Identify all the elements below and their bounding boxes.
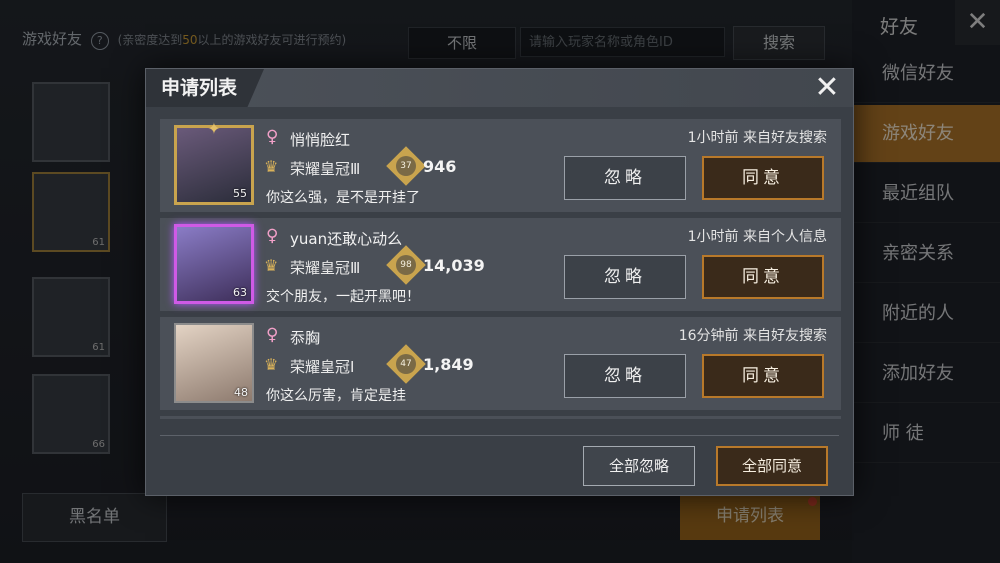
- request-meta: 1小时前 来自个人信息: [687, 229, 827, 245]
- apply-list-label: 申请列表: [716, 506, 784, 526]
- player-level: 55: [233, 187, 247, 200]
- crown-icon: ✦: [207, 119, 221, 138]
- rank-points: 14,039: [423, 256, 485, 275]
- female-icon: ♀: [266, 127, 279, 147]
- star-badge-icon: 47: [386, 344, 426, 384]
- avatar[interactable]: 63: [174, 224, 254, 304]
- rank-points: 946: [423, 157, 457, 176]
- star-badge-icon: 37: [386, 146, 426, 186]
- ignore-button[interactable]: 忽略: [564, 255, 686, 299]
- help-icon[interactable]: ?: [90, 32, 109, 50]
- female-icon: ♀: [266, 226, 279, 246]
- request-list-dialog: 申请列表 ✕ ✦ 55 ♀ 悄悄脸红 ♛ 荣耀皇冠Ⅲ 37 946 你这么强，是…: [145, 68, 854, 496]
- player-name: 忝胸: [290, 329, 321, 347]
- request-item: 48 ♀ 忝胸 ♛ 荣耀皇冠Ⅰ 47 1,849 你这么厉害，肯定是挂 16分钟…: [160, 317, 841, 410]
- side-item-nearby[interactable]: 附近的人: [852, 285, 1000, 343]
- request-message: 你这么强，是不是开挂了: [266, 190, 420, 206]
- avatar: [32, 82, 110, 162]
- agree-all-button[interactable]: 全部同意: [716, 446, 828, 486]
- dialog-header: 申请列表 ✕: [146, 69, 853, 107]
- star-badge-icon: 98: [386, 245, 426, 285]
- ignore-all-button[interactable]: 全部忽略: [583, 446, 695, 486]
- player-name: 悄悄脸红: [290, 131, 351, 149]
- side-panel-title: 好友: [880, 16, 919, 38]
- request-meta: 1小时前 来自好友搜索: [687, 130, 827, 146]
- search-input[interactable]: 请输入玩家名称或角色ID: [520, 27, 725, 57]
- player-name: yuan还敢心动么: [290, 230, 403, 248]
- rank-points: 1,849: [423, 355, 474, 374]
- side-item-add-friend[interactable]: 添加好友: [852, 345, 1000, 403]
- agree-button[interactable]: 同意: [702, 156, 824, 200]
- side-item-recent-team[interactable]: 最近组队: [852, 165, 1000, 223]
- rank-tier: 荣耀皇冠Ⅲ: [290, 160, 361, 178]
- player-level: 48: [234, 386, 248, 399]
- close-icon[interactable]: ✕: [807, 69, 847, 107]
- avatar: 66: [32, 374, 110, 454]
- agree-button[interactable]: 同意: [702, 255, 824, 299]
- notification-dot: [808, 497, 817, 506]
- intimacy-hint: (亲密度达到50以上的游戏好友可进行预约): [117, 33, 347, 47]
- side-item-game-friends[interactable]: 游戏好友: [852, 105, 1000, 163]
- list-item[interactable]: [32, 82, 152, 172]
- ignore-button[interactable]: 忽略: [564, 354, 686, 398]
- apply-list-button[interactable]: 申请列表: [680, 493, 820, 540]
- tier-crown-icon: ♛: [264, 355, 279, 374]
- rank-tier: 荣耀皇冠Ⅰ: [290, 358, 355, 376]
- request-message: 交个朋友，一起开黑吧！: [266, 289, 420, 305]
- rank-tier: 荣耀皇冠Ⅲ: [290, 259, 361, 277]
- side-item-mentor[interactable]: 师 徒: [852, 405, 1000, 463]
- agree-button[interactable]: 同意: [702, 354, 824, 398]
- dialog-title: 申请列表: [161, 77, 238, 99]
- blacklist-button[interactable]: 黑名单: [22, 493, 167, 542]
- search-button[interactable]: 搜索: [733, 26, 825, 60]
- female-icon: ♀: [266, 325, 279, 345]
- request-item: ✦ 55 ♀ 悄悄脸红 ♛ 荣耀皇冠Ⅲ 37 946 你这么强，是不是开挂了 1…: [160, 119, 841, 212]
- request-meta: 16分钟前 来自好友搜索: [678, 328, 827, 344]
- section-title: 游戏好友: [22, 30, 83, 48]
- list-item[interactable]: 61: [32, 277, 152, 367]
- list-item[interactable]: 66: [32, 374, 152, 464]
- divider: [160, 435, 839, 436]
- list-item[interactable]: 61: [32, 172, 152, 262]
- request-item: [160, 416, 841, 419]
- filter-select[interactable]: 不限: [408, 27, 516, 59]
- avatar[interactable]: ✦ 55: [174, 119, 254, 205]
- friends-header: 游戏好友 ? (亲密度达到50以上的游戏好友可进行预约): [22, 28, 346, 50]
- request-list[interactable]: ✦ 55 ♀ 悄悄脸红 ♛ 荣耀皇冠Ⅲ 37 946 你这么强，是不是开挂了 1…: [160, 119, 841, 419]
- side-item-intimate[interactable]: 亲密关系: [852, 225, 1000, 283]
- tier-crown-icon: ♛: [264, 256, 279, 275]
- avatar: 61: [32, 277, 110, 357]
- ignore-button[interactable]: 忽略: [564, 156, 686, 200]
- avatar[interactable]: 48: [174, 323, 254, 403]
- request-message: 你这么厉害，肯定是挂: [266, 388, 406, 404]
- tier-crown-icon: ♛: [264, 157, 279, 176]
- avatar: 61: [32, 172, 110, 252]
- request-item: 63 ♀ yuan还敢心动么 ♛ 荣耀皇冠Ⅲ 98 14,039 交个朋友，一起…: [160, 218, 841, 311]
- player-level: 63: [233, 286, 247, 299]
- close-icon[interactable]: ✕: [955, 0, 1000, 45]
- side-item-wechat-friends[interactable]: 微信好友: [852, 45, 1000, 103]
